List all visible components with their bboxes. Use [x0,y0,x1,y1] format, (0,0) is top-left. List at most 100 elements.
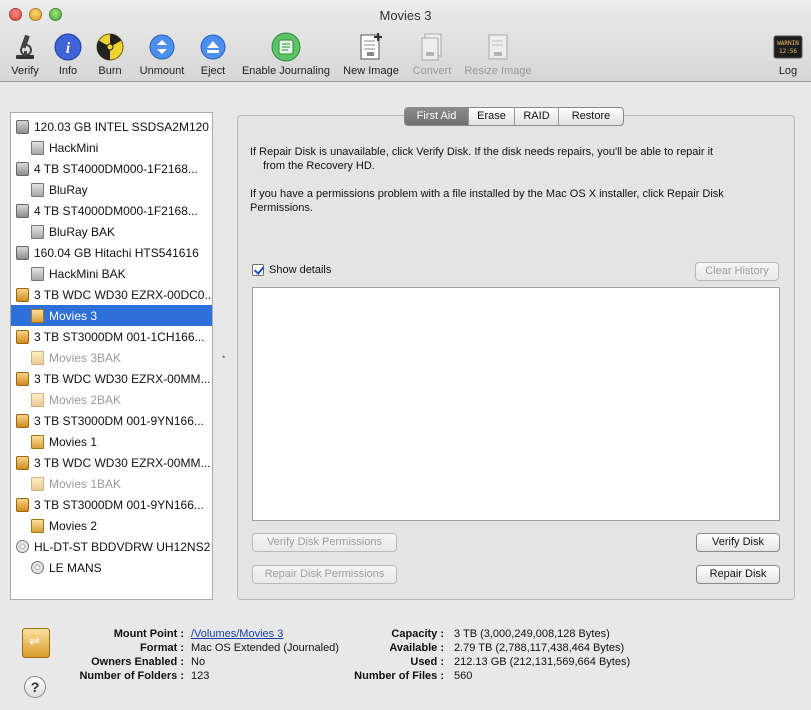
resize-image-label: Resize Image [464,65,532,77]
list-item[interactable]: Movies 2BAK [11,389,212,410]
external-drive-icon [16,287,29,302]
repair-disk-button[interactable]: Repair Disk [696,565,780,584]
volume-icon [31,476,44,491]
list-item[interactable]: HL-DT-ST BDDVDRW UH12NS2 [11,536,212,557]
clear-history-button[interactable]: Clear History [695,262,779,281]
resize-image-icon [483,32,513,62]
svg-text:i: i [66,40,71,57]
tab-bar: First Aid Erase RAID Restore [404,107,624,126]
volume-icon [31,266,44,281]
log-icon-text-top: WARNIN [777,40,799,47]
splitter-handle[interactable]: • [222,352,225,362]
external-drive-icon [16,413,29,428]
verify-disk-permissions-button[interactable]: Verify Disk Permissions [252,533,397,552]
info-label: Info [58,65,78,77]
hard-drive-icon [16,161,29,176]
hard-drive-icon [16,245,29,260]
format-row: Format : Mac OS Extended (Journaled) Ava… [140,642,625,654]
volume-icon [31,518,44,533]
device-list[interactable]: 120.03 GB INTEL SSDSA2M120 HackMini 4 TB… [10,112,213,600]
list-item[interactable]: Movies 2 [11,515,212,536]
volume-icon [31,350,44,365]
eject-button[interactable]: Eject [196,32,230,80]
show-details-checkbox[interactable]: Show details [252,264,331,276]
list-item[interactable]: 3 TB ST3000DM 001-9YN166... [11,410,212,431]
new-image-icon [356,32,386,62]
burn-icon [95,32,125,62]
eject-label: Eject [200,65,226,77]
info-text-2: If you have a permissions problem with a… [250,188,724,214]
volume-icon [31,308,44,323]
window-toolbar: Movies 3 Verify i Info Burn Unmount Ejec… [0,0,811,82]
eject-icon [198,32,228,62]
disc-icon [31,561,44,574]
log-icon: WARNIN 12:56 [773,32,803,62]
tab-first-aid[interactable]: First Aid [405,108,469,125]
list-item[interactable]: LE MANS [11,557,212,578]
folders-row: Number of Folders : 123 Number of Files … [79,670,473,682]
unmount-icon [147,32,177,62]
enable-journaling-button[interactable]: Enable Journaling [238,32,334,80]
volume-icon [31,392,44,407]
hard-drive-icon [16,119,29,134]
list-item[interactable]: HackMini BAK [11,263,212,284]
list-item[interactable]: HackMini [11,137,212,158]
tab-restore[interactable]: Restore [559,108,623,125]
list-item[interactable]: 160.04 GB Hitachi HTS541616 [11,242,212,263]
mount-point-row: Mount Point : /Volumes/Movies 3 Capacity… [113,627,610,641]
show-details-label: Show details [269,264,332,276]
unmount-label: Unmount [139,65,185,77]
verify-button[interactable]: Verify [4,32,46,80]
convert-button[interactable]: Convert [408,32,456,80]
mount-point-link[interactable]: /Volumes/Movies 3 [191,627,283,641]
list-item[interactable]: BluRay BAK [11,221,212,242]
log-label: Log [778,65,798,77]
list-item[interactable]: 4 TB ST4000DM000-1F2168... [11,158,212,179]
hard-drive-icon [16,203,29,218]
volume-icon [31,182,44,197]
owners-row: Owners Enabled : No Used : 212.13 GB (21… [91,656,631,668]
verify-label: Verify [11,65,39,77]
list-item[interactable]: Movies 1 [11,431,212,452]
tab-raid[interactable]: RAID [515,108,559,125]
microscope-icon [10,32,40,62]
burn-button[interactable]: Burn [92,32,128,80]
journaling-icon [271,32,301,62]
list-item[interactable]: 3 TB WDC WD30 EZRX-00MM... [11,368,212,389]
list-item[interactable]: 3 TB ST3000DM 001-9YN166... [11,494,212,515]
list-item-selected[interactable]: Movies 3 [11,305,212,326]
burn-label: Burn [98,65,122,77]
convert-icon [417,32,447,62]
info-button[interactable]: i Info [50,32,86,80]
external-drive-icon [16,455,29,470]
list-item[interactable]: Movies 3BAK [11,347,212,368]
external-drive-icon [16,371,29,386]
list-item[interactable]: BluRay [11,179,212,200]
log-button[interactable]: WARNIN 12:56 Log [770,32,806,80]
list-item[interactable]: 4 TB ST4000DM000-1F2168... [11,200,212,221]
unmount-button[interactable]: Unmount [134,32,190,80]
enable-journaling-label: Enable Journaling [241,65,331,77]
list-item[interactable]: 3 TB WDC WD30 EZRX-00MM... [11,452,212,473]
verify-disk-button[interactable]: Verify Disk [696,533,780,552]
convert-label: Convert [412,65,452,77]
volume-icon [31,224,44,239]
new-image-label: New Image [343,65,399,77]
window-title: Movies 3 [379,8,432,23]
list-item[interactable]: Movies 1BAK [11,473,212,494]
resize-image-button[interactable]: Resize Image [462,32,534,80]
info-icon: i [53,32,83,62]
log-icon-text-bottom: 12:56 [779,48,797,55]
checkbox-checked[interactable] [252,264,264,276]
info-text-1: If Repair Disk is unavailable, click Ver… [250,146,714,172]
details-log[interactable] [252,287,780,521]
repair-disk-permissions-button[interactable]: Repair Disk Permissions [252,565,397,584]
volume-icon [31,140,44,155]
tab-erase[interactable]: Erase [469,108,515,125]
list-item[interactable]: 120.03 GB INTEL SSDSA2M120 [11,116,212,137]
new-image-button[interactable]: New Image [340,32,402,80]
external-drive-icon [16,329,29,344]
list-item[interactable]: 3 TB ST3000DM 001-1CH166... [11,326,212,347]
list-item[interactable]: 3 TB WDC WD30 EZRX-00DC0... [11,284,212,305]
volume-icon [31,434,44,449]
